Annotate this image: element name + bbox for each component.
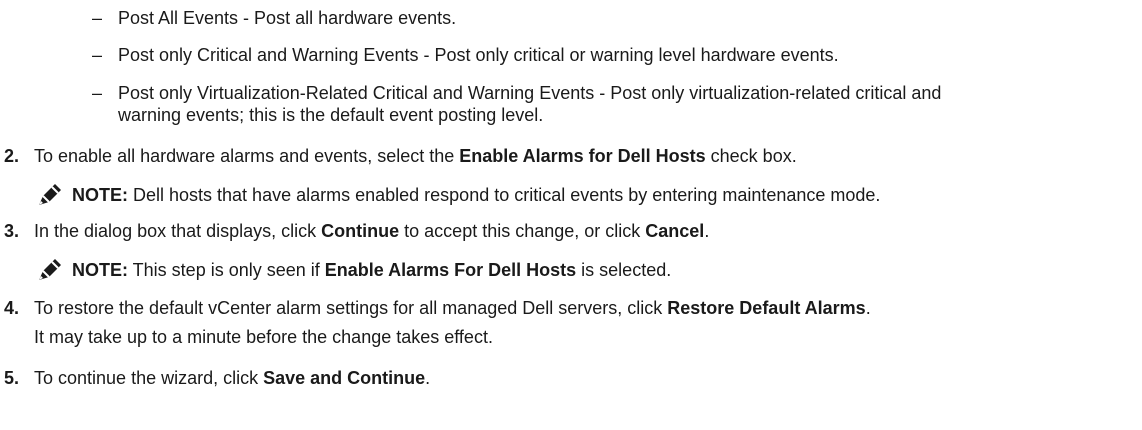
step-4-pre: To restore the default vCenter alarm set… xyxy=(34,298,668,318)
note-1: NOTE: Dell hosts that have alarms enable… xyxy=(72,184,880,206)
step-2-text: To enable all hardware alarms and events… xyxy=(34,145,797,167)
step-3-pre: In the dialog box that displays, click xyxy=(34,221,322,241)
step-3-text: In the dialog box that displays, click C… xyxy=(34,220,709,242)
step-4-option: Restore Default Alarms xyxy=(667,298,866,318)
pencil-note-icon xyxy=(39,259,61,280)
step-number: 5. xyxy=(4,368,20,388)
step-number: 2. xyxy=(4,146,20,166)
bullet-post-virtualization-line1: Post only Virtualization-Related Critica… xyxy=(118,83,942,103)
step-4-text: To restore the default vCenter alarm set… xyxy=(34,297,871,319)
note-2: NOTE: This step is only seen if Enable A… xyxy=(72,259,671,281)
bullet-post-all-events: Post All Events - Post all hardware even… xyxy=(118,8,457,28)
step-3-post: . xyxy=(704,221,710,241)
step-5-post: . xyxy=(425,368,431,388)
step-4-note-line: It may take up to a minute before the ch… xyxy=(34,327,493,347)
bullet-dash: – xyxy=(91,45,102,65)
note-label: NOTE: xyxy=(72,185,128,205)
step-number: 3. xyxy=(4,221,20,241)
step-5-text: To continue the wizard, click Save and C… xyxy=(34,367,430,389)
step-number: 4. xyxy=(4,298,20,318)
note-label: NOTE: xyxy=(72,260,128,280)
step-5-option: Save and Continue xyxy=(263,368,426,388)
step-4-post: . xyxy=(865,298,871,318)
step-2-option: Enable Alarms for Dell Hosts xyxy=(459,146,706,166)
note-2-post: is selected. xyxy=(576,260,672,280)
bullet-post-virtualization-line2: warning events; this is the default even… xyxy=(118,105,544,125)
step-2-post: check box. xyxy=(705,146,797,166)
pencil-note-icon xyxy=(39,184,61,205)
note-2-pre: This step is only seen if xyxy=(128,260,325,280)
step-2-pre: To enable all hardware alarms and events… xyxy=(34,146,460,166)
note-2-option: Enable Alarms For Dell Hosts xyxy=(324,260,577,280)
bullet-post-critical-warning: Post only Critical and Warning Events - … xyxy=(118,45,839,65)
bullet-dash: – xyxy=(91,8,102,28)
bullet-dash: – xyxy=(91,83,102,103)
step-5-pre: To continue the wizard, click xyxy=(34,368,264,388)
step-3-cancel: Cancel xyxy=(645,221,705,241)
step-3-mid: to accept this change, or click xyxy=(399,221,646,241)
note-1-text: Dell hosts that have alarms enabled resp… xyxy=(128,185,881,205)
step-3-continue: Continue xyxy=(321,221,400,241)
document-page: – Post All Events - Post all hardware ev… xyxy=(0,0,1142,430)
